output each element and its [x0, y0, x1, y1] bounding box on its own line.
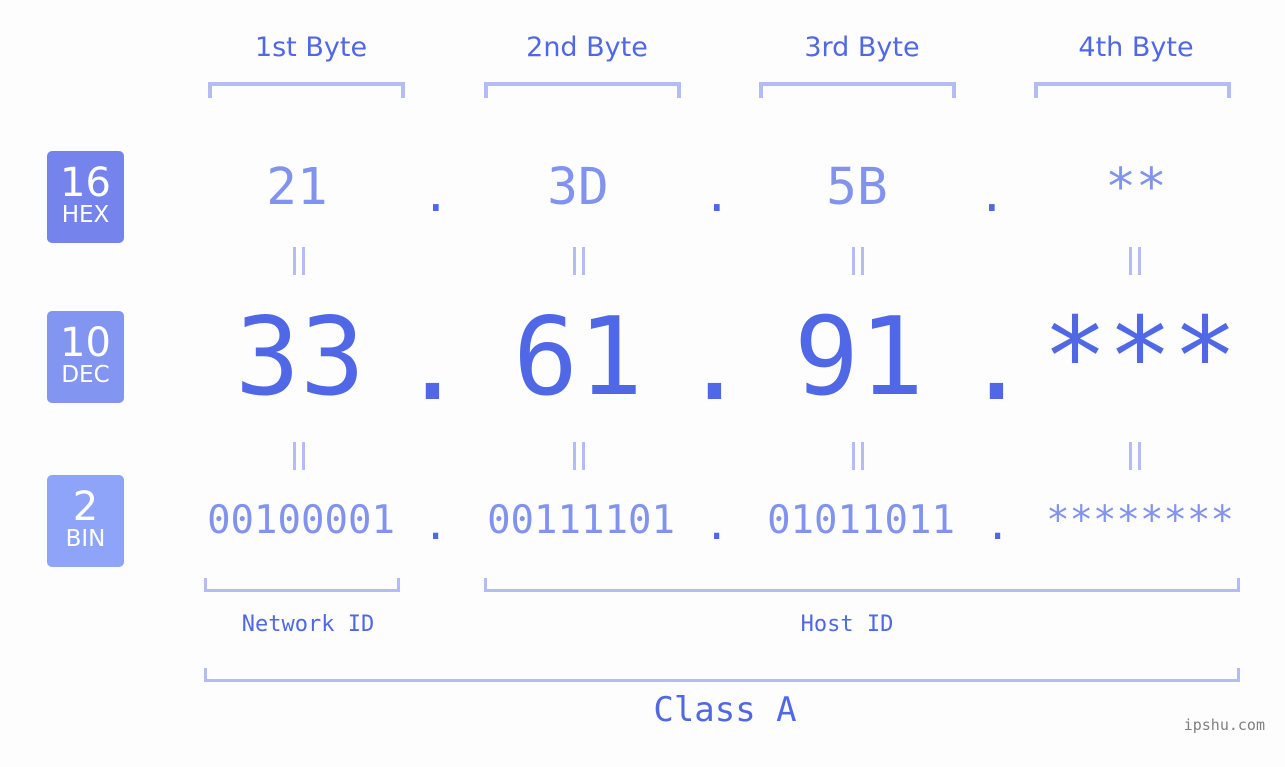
- equals-icon: [573, 442, 585, 470]
- equals-icon: [852, 247, 864, 275]
- bin-value-2: 00111101: [487, 498, 675, 543]
- network-id-label: Network ID: [241, 612, 375, 637]
- equals-icon: [1129, 442, 1141, 470]
- host-id-label: Host ID: [800, 612, 894, 637]
- hex-badge-number: 16: [60, 160, 111, 206]
- equals-icon: [1129, 247, 1141, 275]
- byte-bracket-3: [759, 82, 956, 98]
- hex-separator: .: [422, 168, 450, 222]
- byte-header-2: 2nd Byte: [526, 32, 648, 63]
- byte-header-3: 3rd Byte: [804, 32, 920, 63]
- dec-badge-label: DEC: [61, 362, 110, 388]
- hex-value-2: 3D: [547, 158, 609, 217]
- bin-badge-label: BIN: [65, 526, 106, 552]
- bin-value-4: ********: [1046, 498, 1234, 543]
- dec-value-1: 33: [234, 295, 366, 420]
- hex-value-3: 5B: [826, 158, 888, 217]
- dec-badge-number: 10: [60, 320, 111, 366]
- dec-separator: .: [682, 300, 748, 425]
- byte-header-1: 1st Byte: [254, 32, 368, 63]
- hex-separator: .: [978, 168, 1006, 222]
- bin-separator: .: [704, 500, 730, 549]
- dec-value-3: 91: [793, 295, 925, 420]
- byte-bracket-1: [208, 82, 405, 98]
- dec-badge: 10 DEC: [47, 311, 124, 403]
- equals-icon: [293, 247, 305, 275]
- dec-separator: .: [964, 300, 1030, 425]
- equals-icon: [293, 442, 305, 470]
- hex-badge-label: HEX: [61, 202, 110, 228]
- equals-icon: [573, 247, 585, 275]
- hex-separator: .: [703, 168, 731, 222]
- watermark: ipshu.com: [1183, 716, 1265, 734]
- bin-value-1: 00100001: [207, 498, 395, 543]
- bin-badge-number: 2: [72, 484, 99, 530]
- bin-badge: 2 BIN: [47, 475, 124, 567]
- class-label: Class A: [653, 690, 797, 730]
- hex-value-4: **: [1105, 158, 1167, 217]
- byte-bracket-4: [1034, 82, 1231, 98]
- equals-icon: [852, 442, 864, 470]
- dec-value-2: 61: [512, 295, 644, 420]
- class-bracket: [204, 668, 1240, 682]
- hex-value-1: 21: [266, 158, 328, 217]
- bin-separator: .: [423, 500, 449, 549]
- byte-bracket-2: [484, 82, 681, 98]
- bin-value-3: 01011011: [767, 498, 955, 543]
- dec-separator: .: [400, 300, 466, 425]
- dec-value-4: ***: [1042, 295, 1238, 420]
- hex-badge: 16 HEX: [47, 151, 124, 243]
- byte-header-4: 4th Byte: [1078, 32, 1194, 63]
- bin-separator: .: [985, 500, 1011, 549]
- network-id-bracket: [204, 578, 400, 592]
- host-id-bracket: [484, 578, 1240, 592]
